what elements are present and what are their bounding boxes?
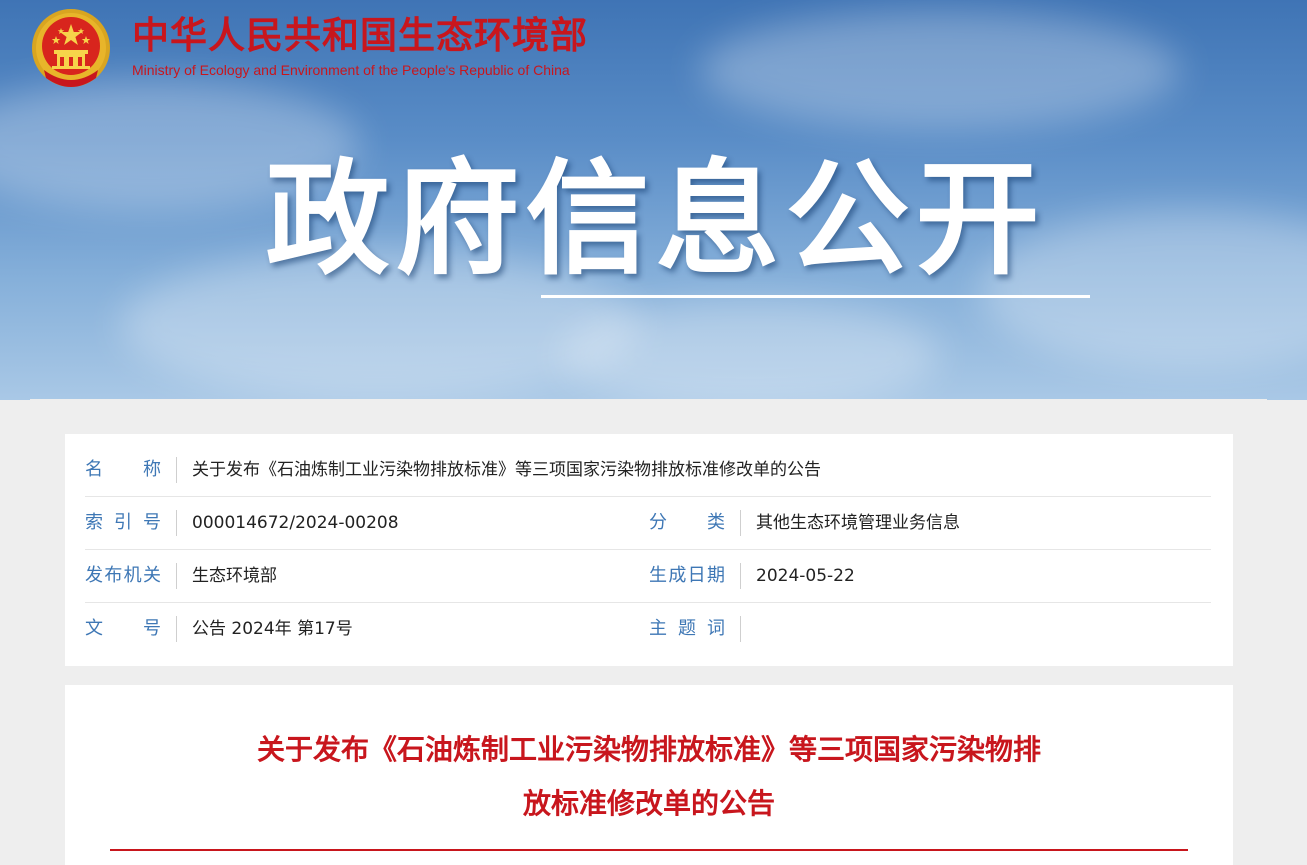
article-title-divider: [110, 849, 1188, 851]
meta-row-name: 名称 关于发布《石油炼制工业污染物排放标准》等三项国家污染物排放标准修改单的公告: [85, 444, 1211, 497]
meta-value-category: 其他生态环境管理业务信息: [756, 513, 960, 533]
meta-separator: [740, 510, 741, 536]
meta-separator: [176, 457, 177, 483]
article-title: 关于发布《石油炼制工业污染物排放标准》等三项国家污染物排 放标准修改单的公告: [65, 723, 1233, 831]
hero-title: 政府信息公开: [265, 148, 1046, 292]
meta-separator: [176, 563, 177, 589]
meta-value-index-no: 000014672/2024-00208: [192, 513, 399, 533]
meta-label-name: 名称: [85, 459, 161, 480]
meta-label-keywords: 主题词: [649, 618, 725, 639]
meta-value-name: 关于发布《石油炼制工业污染物排放标准》等三项国家污染物排放标准修改单的公告: [192, 460, 821, 480]
meta-value-date: 2024-05-22: [756, 566, 855, 586]
site-name-en[interactable]: Ministry of Ecology and Environment of t…: [132, 61, 570, 79]
meta-label-issuer: 发布机关: [85, 565, 161, 586]
meta-separator: [176, 616, 177, 642]
meta-row-docno: 文号 公告 2024年 第17号 主题词: [85, 603, 1211, 655]
header-banner: 中华人民共和国生态环境部 Ministry of Ecology and Env…: [0, 0, 1307, 400]
content-panel: 名称 关于发布《石油炼制工业污染物排放标准》等三项国家污染物排放标准修改单的公告…: [30, 399, 1267, 865]
meta-separator: [740, 563, 741, 589]
hero-underline: [541, 295, 1090, 298]
document-meta-table: 名称 关于发布《石油炼制工业污染物排放标准》等三项国家污染物排放标准修改单的公告…: [65, 434, 1233, 666]
meta-separator: [176, 510, 177, 536]
meta-value-doc-no: 公告 2024年 第17号: [192, 619, 353, 639]
meta-row-issuer: 发布机关 生态环境部 生成日期 2024-05-22: [85, 550, 1211, 603]
site-name-cn[interactable]: 中华人民共和国生态环境部: [132, 14, 588, 58]
meta-separator: [740, 616, 741, 642]
meta-value-issuer: 生态环境部: [192, 566, 277, 586]
meta-label-doc-no: 文号: [85, 618, 161, 639]
article-title-line-2: 放标准修改单的公告: [522, 787, 775, 820]
meta-label-date: 生成日期: [649, 565, 725, 586]
meta-label-category: 分类: [649, 512, 725, 533]
article-title-line-1: 关于发布《石油炼制工业污染物排放标准》等三项国家污染物排: [256, 733, 1041, 766]
meta-row-index: 索引号 000014672/2024-00208 分类 其他生态环境管理业务信息: [85, 497, 1211, 550]
national-emblem-icon[interactable]: [30, 8, 112, 92]
article-body: 关于发布《石油炼制工业污染物排放标准》等三项国家污染物排 放标准修改单的公告: [65, 685, 1233, 865]
meta-label-index-no: 索引号: [85, 512, 161, 533]
